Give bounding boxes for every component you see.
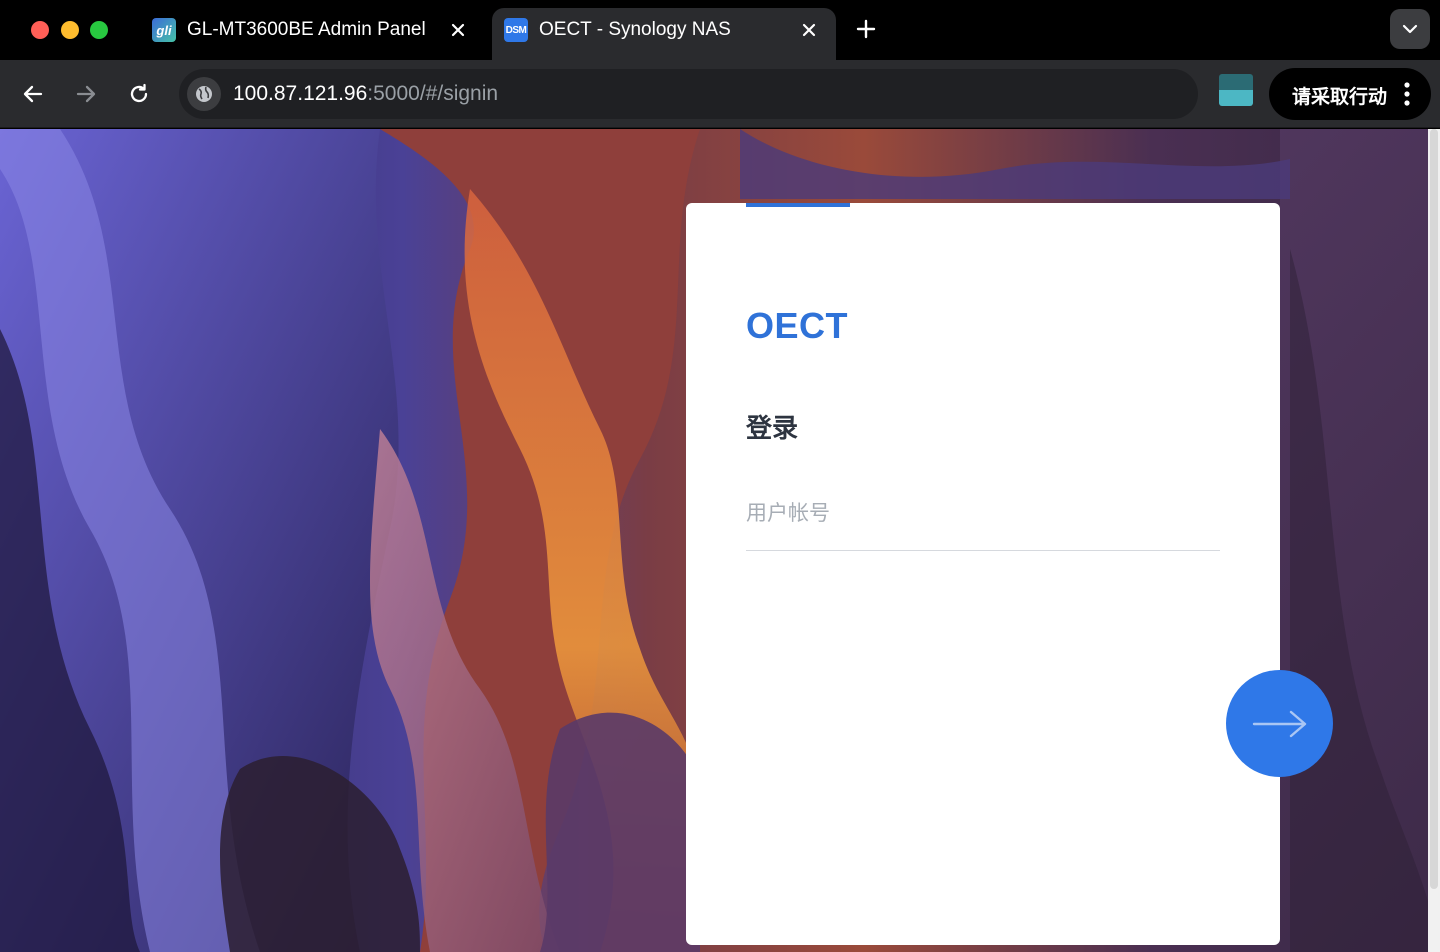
kebab-menu-icon[interactable] (1397, 81, 1417, 107)
extension-icon[interactable] (1219, 74, 1253, 106)
take-action-button[interactable]: 请采取行动 (1269, 68, 1431, 120)
username-field-wrapper (746, 483, 1220, 551)
tab-title: GL-MT3600BE Admin Panel (187, 19, 426, 40)
reload-icon[interactable] (122, 77, 156, 111)
take-action-label: 请采取行动 (1292, 86, 1388, 108)
card-accent-bar (746, 203, 850, 207)
tab-title: OECT - Synology NAS (539, 19, 731, 40)
url-text[interactable]: 100.87.121.96:5000/#/signin (233, 82, 498, 106)
window-zoom-button[interactable] (90, 21, 108, 39)
site-info-icon[interactable] (187, 77, 221, 111)
page-scrollbar[interactable] (1428, 129, 1440, 952)
tab-synology[interactable]: DSM OECT - Synology NAS (492, 8, 836, 60)
page-viewport: OECT 登录 (0, 129, 1440, 952)
browser-toolbar: 100.87.121.96:5000/#/signin 请采取行动 (0, 60, 1440, 128)
new-tab-icon[interactable] (852, 15, 880, 43)
tab-strip: gli GL-MT3600BE Admin Panel DSM OECT - S… (0, 0, 1440, 60)
window-close-button[interactable] (31, 21, 49, 39)
login-heading: 登录 (746, 414, 799, 444)
login-card: OECT 登录 (686, 203, 1280, 945)
gl-favicon-icon: gli (152, 18, 176, 42)
close-icon[interactable] (796, 17, 822, 43)
tab-gl-admin[interactable]: gli GL-MT3600BE Admin Panel (140, 8, 485, 60)
url-path: :5000/#/signin (367, 82, 499, 105)
arrow-right-icon (1252, 710, 1306, 737)
next-arrow-button[interactable] (1226, 670, 1333, 777)
username-input[interactable] (746, 483, 1220, 543)
window-minimize-button[interactable] (61, 21, 79, 39)
url-host: 100.87.121.96 (233, 82, 368, 105)
address-bar[interactable]: 100.87.121.96:5000/#/signin (179, 69, 1198, 119)
scrollbar-thumb[interactable] (1430, 129, 1438, 889)
tab-menu-chevron-icon[interactable] (1390, 9, 1430, 49)
close-icon[interactable] (445, 17, 471, 43)
server-name: OECT (746, 305, 849, 346)
dsm-favicon-icon: DSM (504, 18, 528, 42)
forward-icon[interactable] (69, 77, 103, 111)
back-icon[interactable] (16, 77, 50, 111)
